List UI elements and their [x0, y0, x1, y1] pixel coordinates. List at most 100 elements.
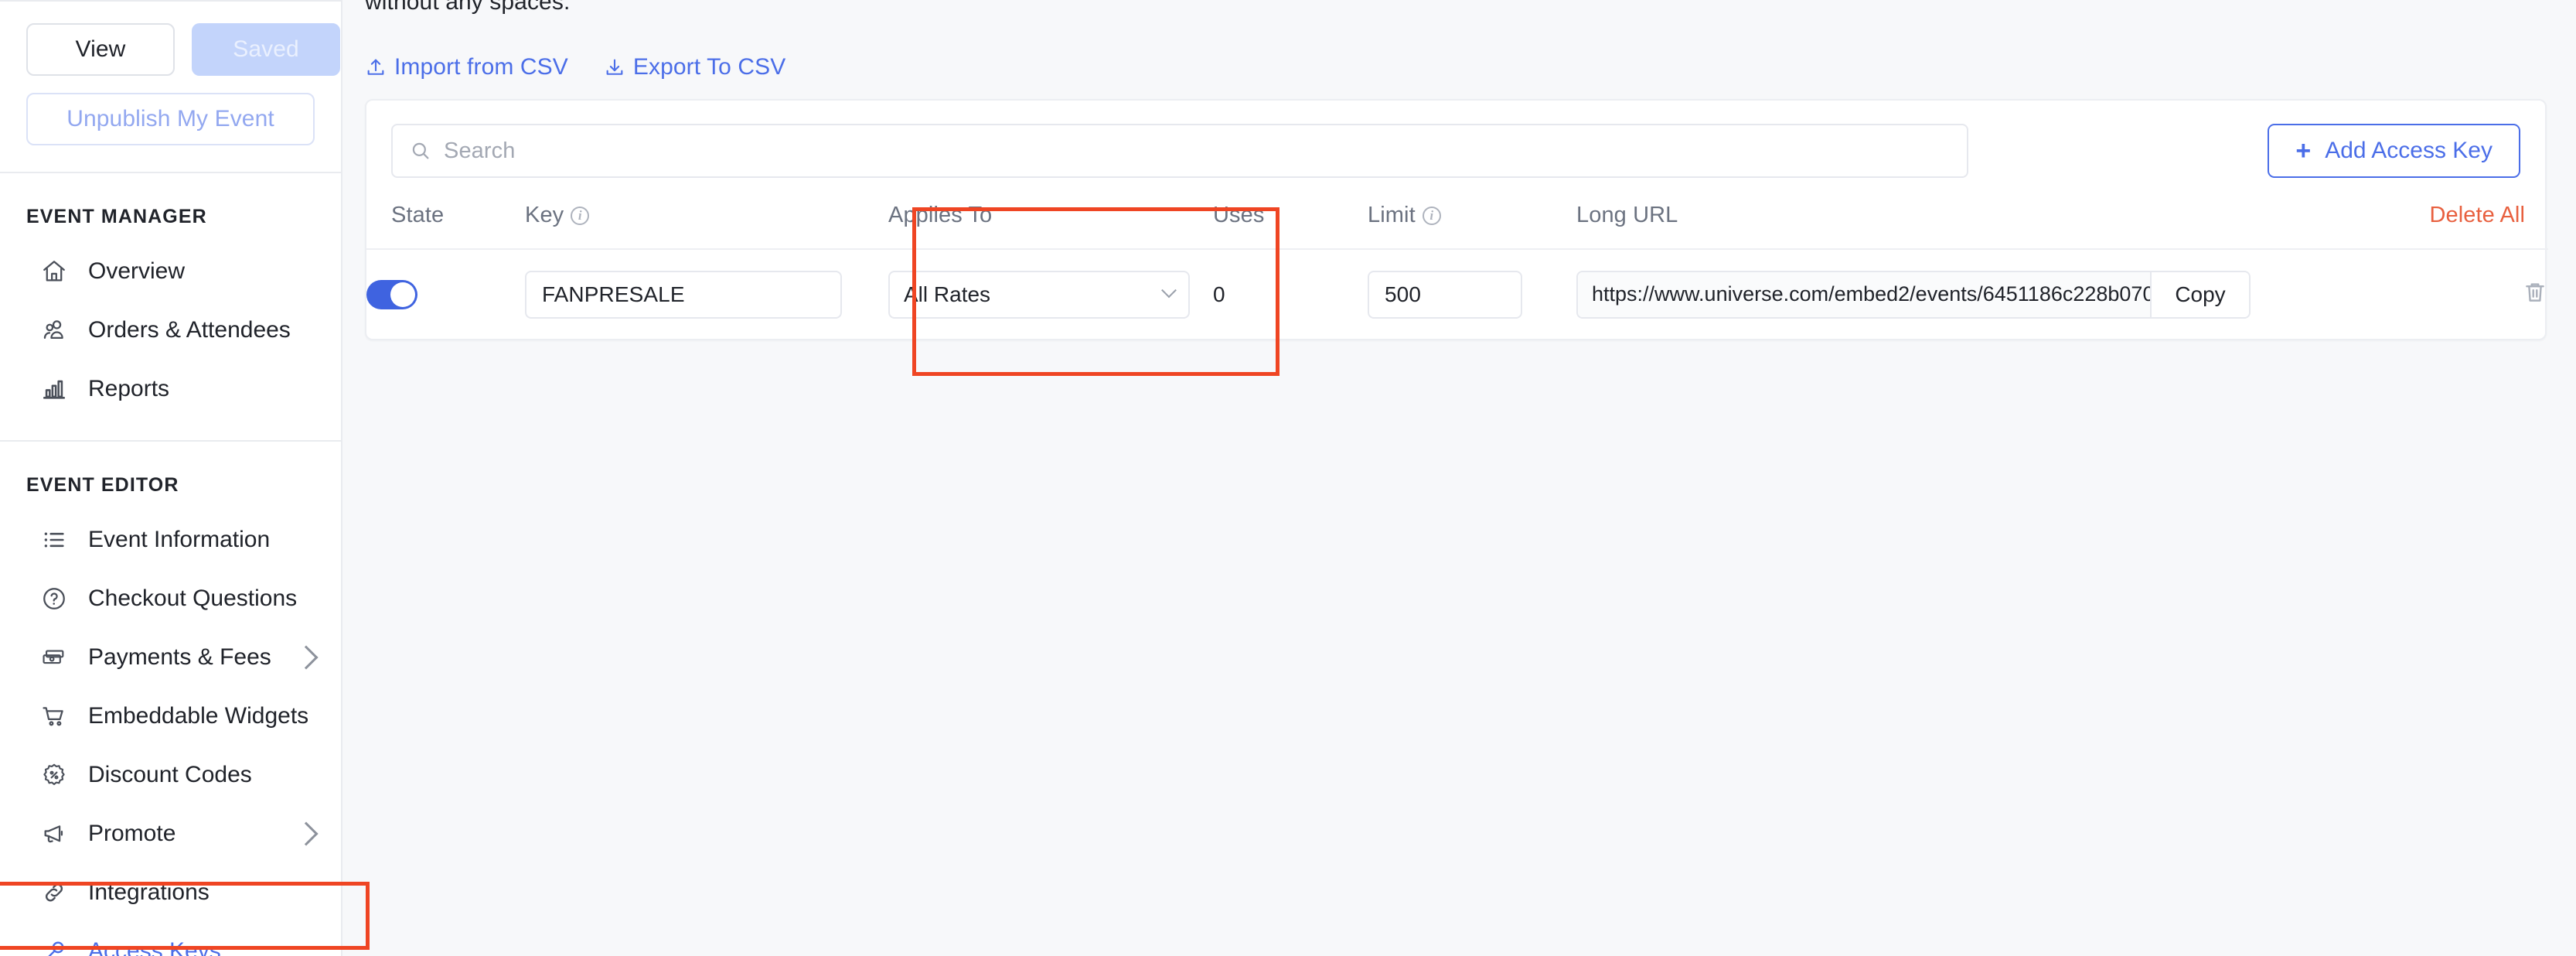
bar-chart-icon [40, 375, 68, 403]
column-label: Uses [1213, 203, 1265, 227]
sidebar-item-label: Event Information [88, 527, 271, 552]
info-icon[interactable]: i [1422, 206, 1441, 225]
column-header-key: Key i [525, 198, 888, 250]
export-to-csv-link[interactable]: Export To CSV [604, 54, 786, 80]
sidebar-item-payments-fees[interactable]: Payments & Fees [0, 628, 341, 687]
column-header-uses: Uses [1213, 198, 1368, 250]
sidebar-item-label: Checkout Questions [88, 586, 298, 611]
csv-actions: Import from CSV Export To CSV [365, 54, 785, 80]
info-icon[interactable]: i [571, 206, 590, 225]
column-label: Key [525, 203, 564, 227]
cart-icon [40, 702, 68, 730]
applies-to-select[interactable]: All Rates [888, 270, 1190, 319]
limit-input[interactable]: 500 [1368, 270, 1522, 319]
sidebar-item-label: Embeddable Widgets [88, 703, 309, 729]
column-header-long-url: Long URL [1576, 198, 2272, 250]
long-url-group: https://www.universe.com/embed2/events/6… [1576, 270, 2251, 319]
cell-uses: 0 [1213, 249, 1368, 339]
search-icon [410, 140, 431, 162]
import-from-csv-link[interactable]: Import from CSV [365, 54, 568, 80]
question-icon [40, 585, 68, 613]
chevron-down-icon [1161, 282, 1177, 298]
trash-icon[interactable] [2522, 279, 2548, 306]
applies-to-value: All Rates [904, 282, 991, 306]
key-icon [40, 937, 68, 956]
sidebar-item-label: Reports [88, 376, 170, 401]
home-icon [40, 258, 68, 285]
table-header: State Key i Applies To Uses Limit i Long… [366, 198, 2548, 250]
sidebar-item-label: Integrations [88, 879, 210, 905]
table-header-row: State Key i Applies To Uses Limit i Long… [366, 198, 2548, 250]
access-keys-table: State Key i Applies To Uses Limit i Long… [366, 198, 2548, 339]
sidebar-item-embeddable-widgets[interactable]: Embeddable Widgets [0, 687, 341, 746]
cell-applies-to: All Rates [888, 249, 1213, 339]
table-row: FANPRESALE All Rates 0 500 https://www.u… [366, 249, 2548, 339]
sidebar-item-checkout-questions[interactable]: Checkout Questions [0, 569, 341, 628]
sidebar-item-label: Orders & Attendees [88, 317, 291, 343]
column-header-limit: Limit i [1368, 198, 1576, 250]
sidebar-item-discount-codes[interactable]: Discount Codes [0, 746, 341, 804]
import-from-csv-label: Import from CSV [394, 54, 568, 80]
column-label: Applies To [888, 203, 993, 227]
unpublish-my-event-button[interactable]: Unpublish My Event [26, 93, 315, 145]
cell-state [366, 249, 525, 339]
helper-text-fragment: without any spaces. [365, 0, 571, 15]
add-access-key-label: Add Access Key [2325, 138, 2493, 163]
delete-all-button[interactable]: Delete All [2429, 203, 2525, 227]
uses-value: 0 [1213, 282, 1225, 306]
card-toolbar: Search + Add Access Key [366, 101, 2545, 198]
toggle-knob [390, 282, 415, 307]
key-input[interactable]: FANPRESALE [525, 270, 842, 319]
app-root: View Saved Unpublish My Event EVENT MANA… [0, 0, 2576, 956]
list-icon [40, 526, 68, 554]
upload-icon [365, 56, 387, 78]
download-icon [604, 56, 625, 78]
column-header-applies-to: Applies To [888, 198, 1213, 250]
long-url-input[interactable]: https://www.universe.com/embed2/events/6… [1578, 271, 2150, 317]
copy-url-button[interactable]: Copy [2150, 271, 2249, 317]
cell-key: FANPRESALE [525, 249, 888, 339]
sidebar-item-integrations[interactable]: Integrations [0, 863, 341, 922]
chevron-right-icon [294, 645, 319, 670]
sidebar-item-label: Promote [88, 821, 176, 846]
column-label: State [391, 203, 445, 227]
access-keys-card: Search + Add Access Key State Key i Appl… [365, 99, 2548, 340]
sidebar-item-label: Discount Codes [88, 762, 252, 787]
sidebar: View Saved Unpublish My Event EVENT MANA… [0, 0, 342, 956]
section-label-event-editor: EVENT EDITOR [26, 474, 179, 496]
sidebar-item-label: Overview [88, 258, 186, 284]
search-placeholder: Search [444, 138, 516, 163]
view-button[interactable]: View [26, 23, 175, 76]
megaphone-icon [40, 820, 68, 848]
link-icon [40, 879, 68, 906]
column-label: Limit [1368, 203, 1416, 227]
column-label: Long URL [1576, 203, 1678, 227]
sidebar-item-reports[interactable]: Reports [0, 360, 341, 418]
add-access-key-button[interactable]: + Add Access Key [2268, 124, 2520, 178]
column-header-state: State [366, 198, 525, 250]
state-toggle[interactable] [366, 279, 417, 309]
sidebar-item-label: Access Keys [88, 938, 221, 956]
sidebar-item-access-keys[interactable]: Access Keys [0, 922, 341, 956]
sidebar-item-event-information[interactable]: Event Information [0, 510, 341, 569]
saved-button[interactable]: Saved [192, 23, 340, 76]
sidebar-item-orders-attendees[interactable]: Orders & Attendees [0, 301, 341, 360]
main-content: without any spaces. Import from CSV Expo… [342, 0, 2576, 956]
cell-delete [2272, 249, 2548, 339]
chevron-right-icon [294, 821, 319, 846]
section-label-event-manager: EVENT MANAGER [26, 206, 207, 227]
cell-limit: 500 [1368, 249, 1576, 339]
money-icon [40, 644, 68, 671]
plus-icon: + [2295, 136, 2312, 166]
publish-controls: View Saved Unpublish My Event [0, 2, 341, 172]
export-to-csv-label: Export To CSV [632, 54, 786, 80]
table-body: FANPRESALE All Rates 0 500 https://www.u… [366, 249, 2548, 339]
search-input[interactable]: Search [391, 124, 1968, 178]
sidebar-item-label: Payments & Fees [88, 644, 271, 670]
percent-badge-icon [40, 761, 68, 789]
publish-button-row: View Saved [26, 23, 340, 76]
cell-long-url: https://www.universe.com/embed2/events/6… [1576, 249, 2272, 339]
sidebar-item-promote[interactable]: Promote [0, 804, 341, 863]
people-icon [40, 316, 68, 344]
sidebar-item-overview[interactable]: Overview [0, 242, 341, 301]
